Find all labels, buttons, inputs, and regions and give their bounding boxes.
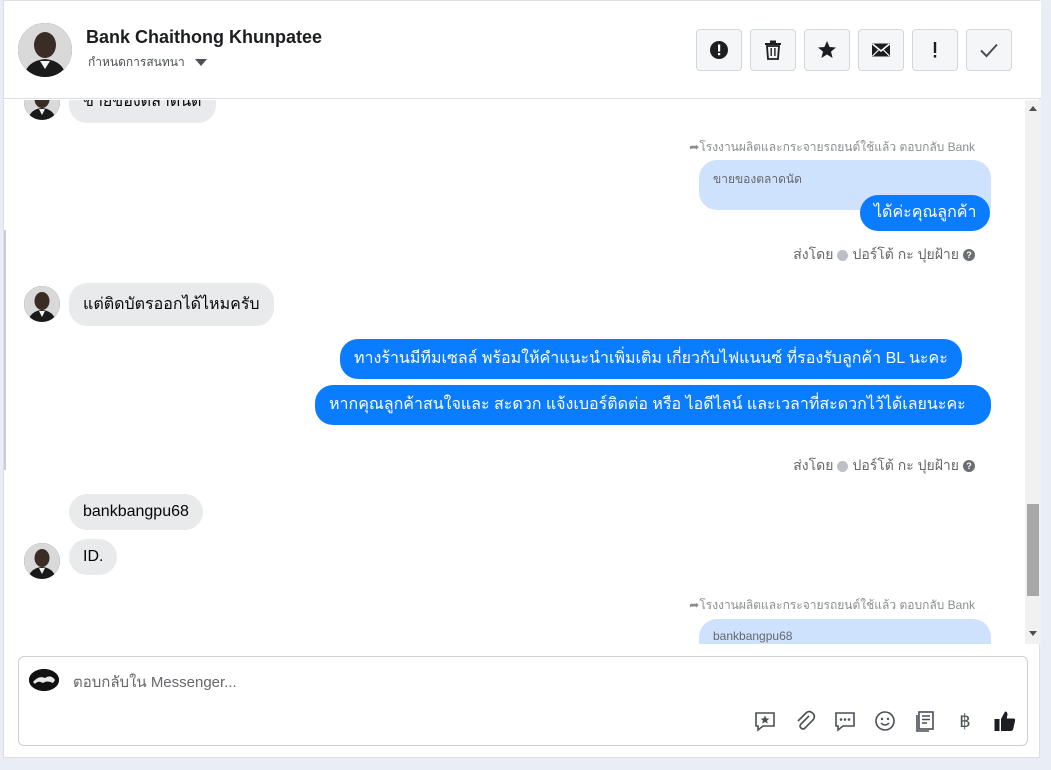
divider	[4, 230, 6, 470]
message-composer: ฿	[18, 656, 1028, 746]
outgoing-message: ได้ค่ะคุณลูกค้า	[860, 195, 991, 231]
reply-arrow-icon: ➦	[689, 598, 700, 612]
caret-down-icon	[194, 59, 207, 66]
help-icon[interactable]: ?	[963, 249, 975, 261]
contact-avatar-small	[24, 286, 60, 322]
mark-done-button[interactable]	[966, 29, 1012, 71]
sent-by-label: ส่งโดย ปอร์โต้ กะ ปุยฝ้าย ?	[793, 455, 975, 477]
contact-avatar-small	[24, 100, 60, 120]
composer-tools: ฿	[753, 709, 1017, 733]
check-icon	[980, 43, 998, 58]
incoming-message: ขายของตลาดนัด	[69, 100, 216, 123]
exclamation-circle-icon	[710, 41, 728, 59]
mark-spam-button[interactable]	[696, 29, 742, 71]
incoming-message: แต่ติดบัตรออกได้ไหมครับ	[69, 283, 274, 326]
sticker-icon[interactable]	[753, 709, 777, 733]
contact-avatar-small	[24, 543, 60, 579]
reply-input[interactable]	[73, 671, 673, 693]
reply-meta: ➦โรงงานผลิตและกระจายรถยนต์ใช้แล้ว ตอบกลั…	[689, 598, 975, 612]
conversation-toolbar	[696, 29, 1012, 71]
assign-label: กำหนดการสนทนา	[88, 55, 185, 69]
message-scrollbar[interactable]	[1025, 100, 1041, 644]
contact-avatar[interactable]	[18, 23, 72, 77]
scroll-up-arrow-icon[interactable]	[1029, 106, 1037, 111]
contact-name[interactable]: Bank Chaithong Khunpatee	[86, 27, 322, 48]
trash-icon	[765, 40, 781, 60]
incoming-message: bankbangpu68	[69, 494, 203, 530]
sent-by-label: ส่งโดย ปอร์โต้ กะ ปุยฝ้าย ?	[793, 244, 975, 266]
page-logo	[29, 669, 59, 691]
scroll-thumb[interactable]	[1027, 504, 1039, 596]
baht-icon[interactable]: ฿	[953, 709, 977, 733]
saved-replies-icon[interactable]	[833, 709, 857, 733]
exclamation-icon	[933, 42, 937, 58]
mark-unread-button[interactable]	[858, 29, 904, 71]
assign-conversation-dropdown[interactable]: กำหนดการสนทนา	[88, 53, 207, 72]
conversation-header: Bank Chaithong Khunpatee กำหนดการสนทนา	[4, 1, 1041, 99]
mark-important-button[interactable]	[912, 29, 958, 71]
reply-arrow-icon: ➦	[689, 140, 700, 154]
emoji-icon[interactable]	[873, 709, 897, 733]
page-avatar-icon	[837, 249, 849, 261]
message-list[interactable]: ขายของตลาดนัด ➦โรงงานผลิตและกระจายรถยนต์…	[4, 100, 1025, 644]
quoted-message: bankbangpu68	[699, 619, 991, 644]
delete-button[interactable]	[750, 29, 796, 71]
reply-meta: ➦โรงงานผลิตและกระจายรถยนต์ใช้แล้ว ตอบกลั…	[689, 140, 975, 154]
outgoing-message: ทางร้านมีทีมเซลล์ พร้อมให้คำแนะนำเพิ่มเต…	[340, 339, 962, 379]
help-icon[interactable]: ?	[963, 460, 975, 472]
outgoing-message: หากคุณลูกค้าสนใจและ สะดวก แจ้งเบอร์ติดต่…	[315, 385, 991, 425]
star-button[interactable]	[804, 29, 850, 71]
scroll-down-arrow-icon[interactable]	[1029, 631, 1037, 636]
attachment-icon[interactable]	[793, 709, 817, 733]
incoming-message: ID.	[69, 539, 118, 575]
like-icon[interactable]	[993, 709, 1017, 733]
envelope-icon	[871, 43, 891, 57]
page-avatar-icon	[837, 460, 849, 472]
notes-icon[interactable]	[913, 709, 937, 733]
conversation-panel: Bank Chaithong Khunpatee กำหนดการสนทนา ข…	[3, 0, 1041, 758]
star-icon	[818, 41, 836, 58]
